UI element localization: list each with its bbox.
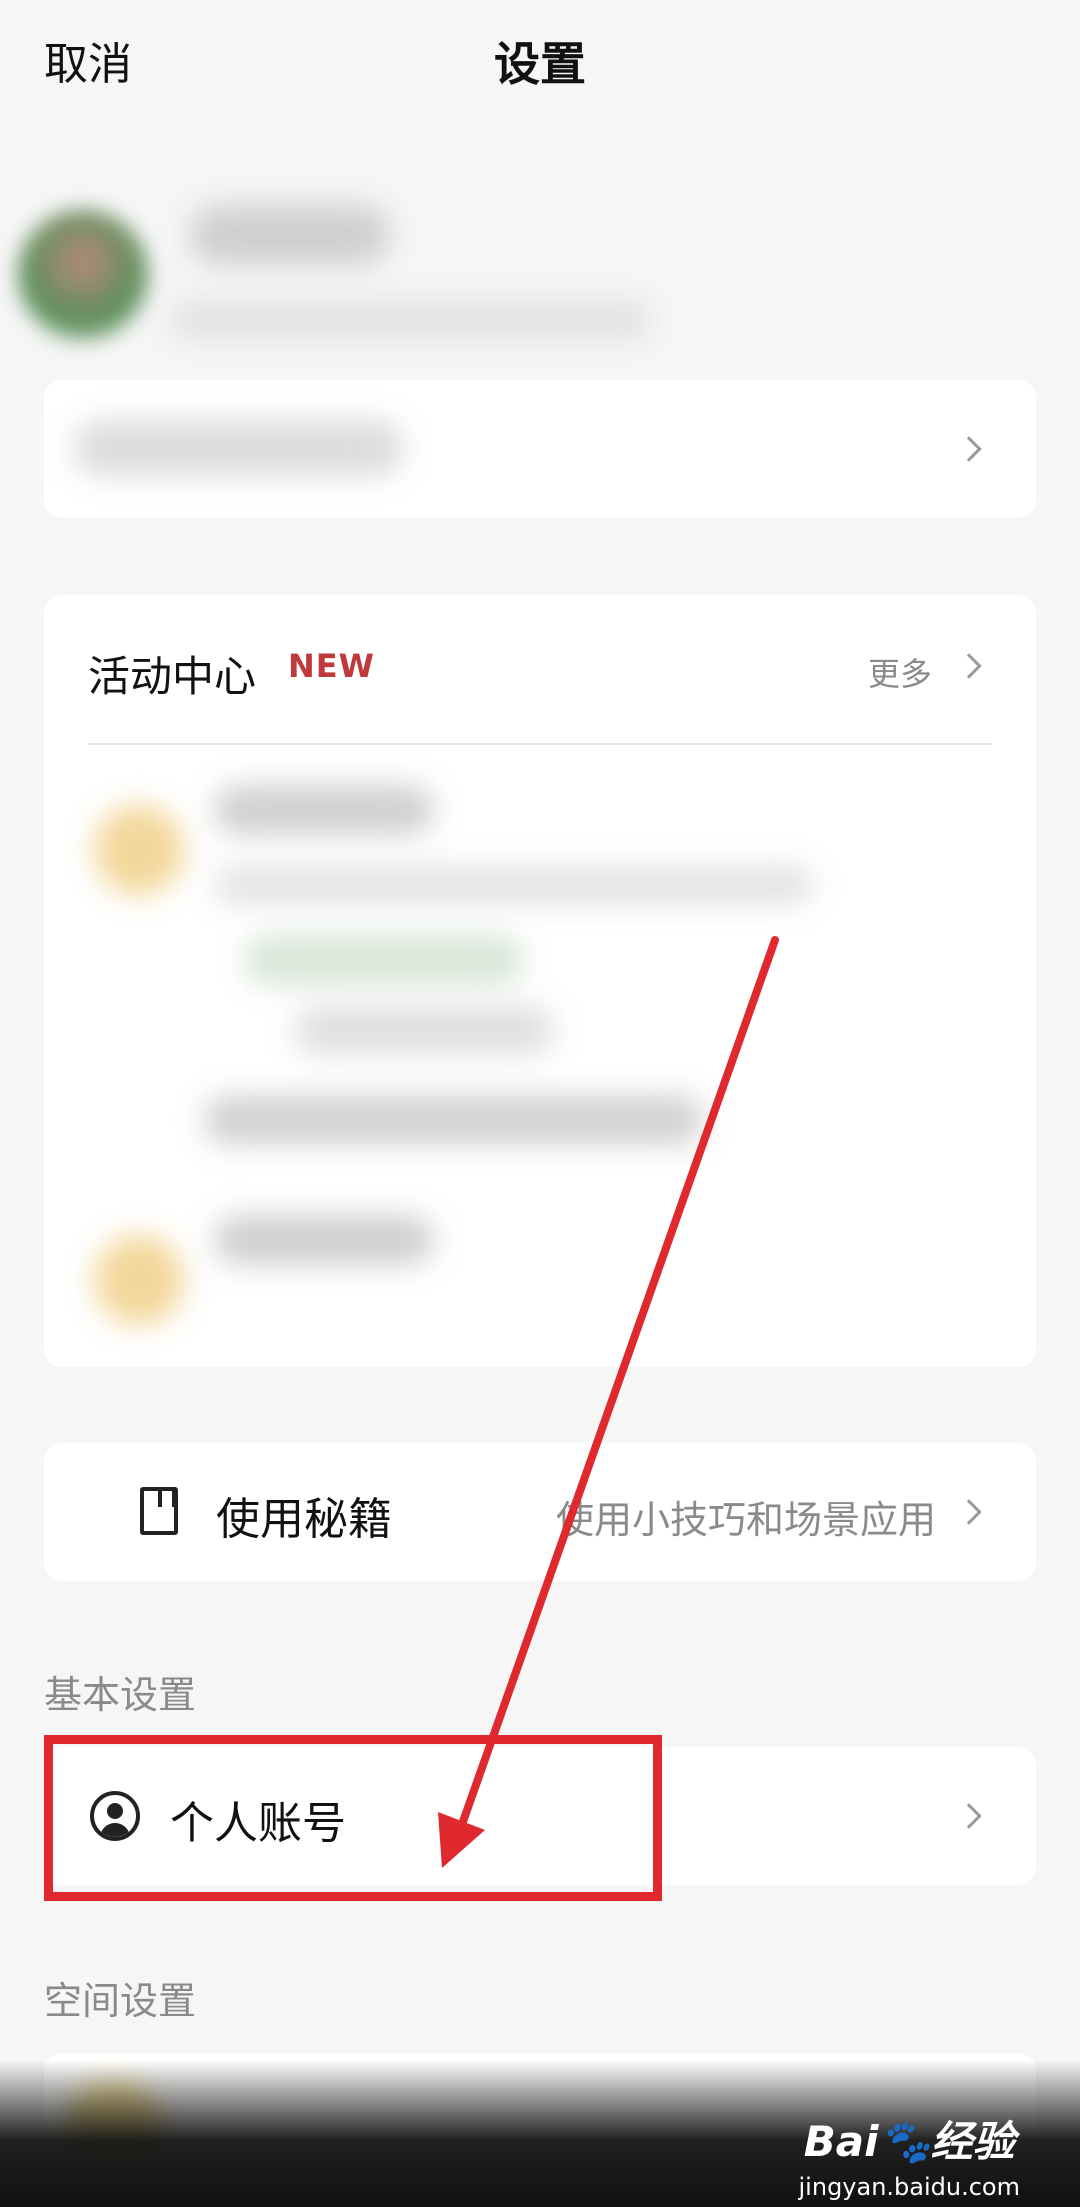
chevron-right-icon [956,1499,982,1525]
profile-name-blurred [190,205,390,265]
profile-subtitle-blurred [170,300,650,340]
section-label-basic: 基本设置 [44,1673,197,1717]
chevron-right-icon [956,1803,982,1829]
tips-label: 使用秘籍 [216,1494,392,1545]
chevron-right-icon [956,653,982,679]
activity-item-title-blurred [214,1215,434,1265]
tips-card[interactable]: 使用秘籍 使用小技巧和场景应用 [44,1443,1036,1581]
activity-item-text-blurred [294,1005,554,1055]
user-circle-icon [90,1791,140,1841]
new-badge: NEW [288,647,375,685]
activity-item-icon-blurred [94,805,184,895]
activity-center-title: 活动中心 [88,652,257,701]
watermark-url: jingyan.baidu.com [798,2173,1020,2201]
activity-item-title-blurred [214,785,434,835]
chevron-right-icon [956,436,982,462]
more-link[interactable]: 更多 [868,649,932,695]
activity-item-icon-blurred [94,1235,184,1325]
book-icon [140,1487,178,1535]
personal-account-row[interactable]: 个人账号 [44,1747,1036,1885]
page-title: 设置 [494,37,586,91]
tips-description: 使用小技巧和场景应用 [555,1498,936,1542]
top-bar: 取消 设置 [0,0,1080,120]
watermark-logo: Bai🐾经验 [803,2117,1015,2166]
divider [88,743,992,745]
avatar [18,210,148,340]
watermark: Bai🐾经验 jingyan.baidu.com [799,2108,1020,2201]
blurred-row-content [74,420,404,476]
activity-item-text-blurred [214,865,814,905]
activity-item-text-blurred [204,1095,704,1145]
section-label-space: 空间设置 [44,1979,197,2023]
personal-account-label: 个人账号 [170,1798,346,1849]
account-info-card[interactable] [44,380,1036,518]
activity-item-text-blurred [244,935,524,985]
activity-center-card: 活动中心 NEW 更多 [44,595,1036,1367]
